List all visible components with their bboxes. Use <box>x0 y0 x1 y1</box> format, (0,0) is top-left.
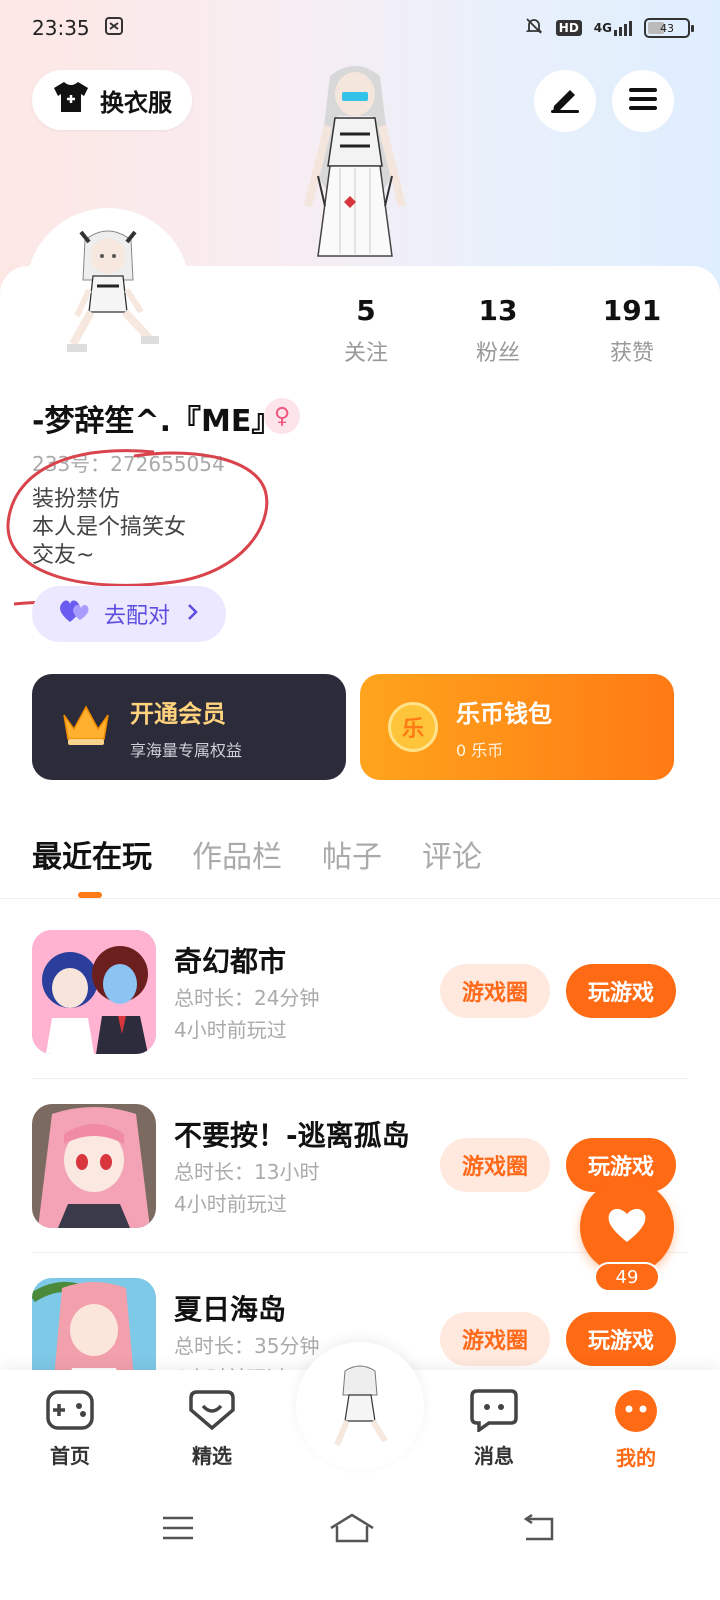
likes-label: 获赞 <box>609 341 654 366</box>
signal-icon: 4G <box>593 20 632 36</box>
edit-pen-icon <box>548 84 582 118</box>
bio-line: 交友~ <box>32 543 95 568</box>
vip-membership-card[interactable]: 开通会员 享海量专属权益 <box>32 674 346 780</box>
tab-comments[interactable]: 评论 <box>422 832 482 876</box>
hearts-icon <box>58 598 92 630</box>
like-floating-button[interactable] <box>580 1180 674 1274</box>
profile-face-icon <box>613 1390 659 1438</box>
edit-profile-button[interactable] <box>534 70 596 132</box>
followers-count: 13 <box>478 294 518 327</box>
gamepad-icon <box>45 1390 95 1436</box>
game-duration: 总时长：13小时 <box>174 1160 320 1184</box>
nav-messages[interactable]: 消息 <box>444 1388 544 1469</box>
nav-messages-label: 消息 <box>474 1444 514 1468</box>
tab-works[interactable]: 作品栏 <box>192 832 282 876</box>
chevron-right-icon <box>186 602 198 627</box>
nav-avatar-center[interactable] <box>296 1342 424 1470</box>
followers-label: 粉丝 <box>475 341 520 366</box>
back-arrow-icon <box>520 1513 556 1547</box>
stat-following[interactable]: 5 关注 <box>316 294 416 367</box>
nav-mine[interactable]: 我的 <box>586 1388 686 1471</box>
game-thumbnail[interactable] <box>32 1104 156 1228</box>
game-thumbnail[interactable] <box>32 930 156 1054</box>
battery-icon: 43 <box>644 18 694 38</box>
divider <box>0 898 720 899</box>
likes-count: 191 <box>602 294 662 327</box>
hd-badge: HD <box>555 20 582 36</box>
female-symbol-icon: ♀ <box>264 398 300 434</box>
go-match-label: 去配对 <box>104 604 171 629</box>
game-circle-button[interactable]: 游戏圈 <box>440 1138 550 1192</box>
system-navigation-bar <box>0 1482 720 1600</box>
game-last-played: 4小时前玩过 <box>174 1018 287 1042</box>
hamburger-menu-icon <box>627 85 659 117</box>
game-row[interactable]: 不要按！-逃离孤岛 总时长：13小时 4小时前玩过 游戏圈 玩游戏 <box>32 1104 676 1276</box>
game-name: 夏日海岛 <box>174 1293 287 1326</box>
play-game-button[interactable]: 玩游戏 <box>566 1312 676 1366</box>
game-name: 奇幻都市 <box>174 945 287 978</box>
nav-featured-label: 精选 <box>192 1444 232 1468</box>
message-bubble-icon <box>469 1389 519 1436</box>
play-game-button[interactable]: 玩游戏 <box>566 964 676 1018</box>
home-icon <box>328 1512 376 1548</box>
user-nickname: -梦辞笙^.『ME』 <box>32 404 282 439</box>
bio-line: 本人是个搞笑女 <box>32 515 187 540</box>
user-id[interactable]: 233号：272655054 <box>32 448 225 477</box>
wallet-title: 乐币钱包 <box>456 699 552 728</box>
avatar-character-figure[interactable] <box>280 56 430 266</box>
crown-icon <box>60 703 112 751</box>
user-bio: 装扮禁仿 本人是个搞笑女 交友~ <box>32 486 186 570</box>
content-tabs: 最近在玩 作品栏 帖子 评论 <box>32 832 482 876</box>
back-system-button[interactable] <box>508 1508 568 1552</box>
heart-badge-icon <box>187 1390 237 1436</box>
bottom-navigation: 首页 精选 消息 我的 <box>0 1342 720 1482</box>
user-avatar[interactable] <box>32 214 184 366</box>
nav-mine-label: 我的 <box>616 1446 656 1470</box>
nav-home-label: 首页 <box>50 1444 90 1468</box>
game-duration: 总时长：24分钟 <box>174 986 320 1010</box>
nav-home[interactable]: 首页 <box>20 1388 120 1469</box>
bio-line: 装扮禁仿 <box>32 487 121 512</box>
mute-bell-icon <box>524 16 544 41</box>
vip-subtitle: 享海量专属权益 <box>130 740 243 760</box>
game-row[interactable]: 奇幻都市 总时长：24分钟 4小时前玩过 游戏圈 玩游戏 <box>32 930 676 1102</box>
recent-apps-button[interactable] <box>148 1508 208 1552</box>
tab-posts[interactable]: 帖子 <box>322 832 382 876</box>
stat-followers[interactable]: 13 粉丝 <box>448 294 548 367</box>
app-notification-icon <box>104 16 124 41</box>
menu-button[interactable] <box>612 70 674 132</box>
dress-up-button[interactable]: 换衣服 <box>32 70 192 130</box>
following-count: 5 <box>356 294 376 327</box>
home-system-button[interactable] <box>322 1508 382 1552</box>
dress-up-label: 换衣服 <box>100 88 172 117</box>
network-type: 4G <box>593 20 612 35</box>
status-bar: 23:35 HD 4G 43 <box>0 0 720 56</box>
game-name: 不要按！-逃离孤岛 <box>174 1119 410 1152</box>
status-time: 23:35 <box>32 16 90 40</box>
battery-level: 43 <box>660 21 674 35</box>
tshirt-icon <box>52 80 90 120</box>
like-count-badge: 49 <box>594 1262 660 1292</box>
vip-title: 开通会员 <box>130 699 226 728</box>
coin-wallet-card[interactable]: 乐 乐币钱包 0 乐币 <box>360 674 674 780</box>
game-circle-button[interactable]: 游戏圈 <box>440 1312 550 1366</box>
coin-icon: 乐 <box>388 702 438 752</box>
stat-likes[interactable]: 191 获赞 <box>582 294 682 367</box>
heart-icon <box>606 1206 648 1248</box>
wallet-balance: 0 乐币 <box>456 740 504 760</box>
profile-screen: 23:35 HD 4G 43 换衣服 5 关注 13 粉丝 191 获赞 -梦辞… <box>0 0 720 1600</box>
nav-featured[interactable]: 精选 <box>162 1388 262 1469</box>
game-last-played: 4小时前玩过 <box>174 1192 287 1216</box>
game-circle-button[interactable]: 游戏圈 <box>440 964 550 1018</box>
tab-recently-played[interactable]: 最近在玩 <box>32 832 152 876</box>
recent-apps-icon <box>161 1515 195 1545</box>
divider <box>32 1078 688 1079</box>
following-label: 关注 <box>343 341 388 366</box>
go-match-button[interactable]: 去配对 <box>32 586 226 642</box>
game-duration: 总时长：35分钟 <box>174 1334 320 1358</box>
